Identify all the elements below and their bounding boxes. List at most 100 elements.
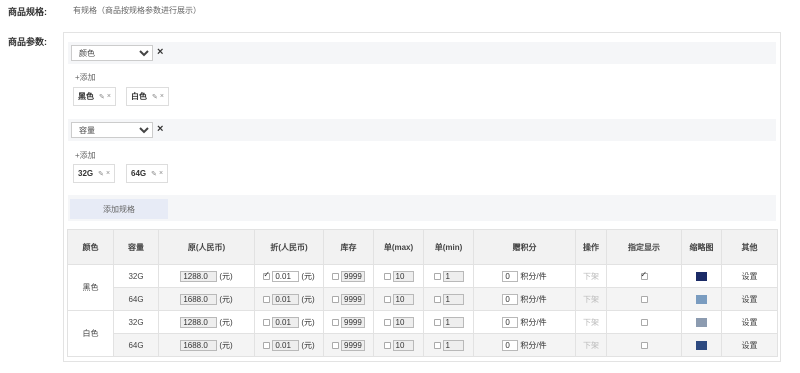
max-input[interactable]: 10 [392,339,414,351]
cell-display [606,310,682,334]
max-input[interactable]: 10 [392,316,414,328]
stock-input[interactable]: 9999 [341,339,365,351]
cell-max: 10 [373,310,424,334]
display-checkbox[interactable] [640,270,648,280]
cell-thumbnail [681,310,722,334]
discount-price-input[interactable]: 0.01 [272,339,300,351]
remove-tag-icon[interactable]: × [107,93,111,100]
stock-input[interactable]: 9999 [341,270,365,282]
cell-original-price: 1688.0 (元) [158,333,255,357]
add-spec-band [68,195,776,221]
points-input[interactable]: 0 [502,293,519,305]
thumbnail-image[interactable] [696,271,707,281]
cell-discount-price: 0.01(元) [254,264,324,288]
delist-link[interactable]: 下架 [583,295,599,304]
thumbnail-image[interactable] [696,340,707,350]
cell-original-price: 1288.0 (元) [158,310,255,334]
stock-input[interactable]: 9999 [341,316,365,328]
max-checkbox[interactable] [383,318,391,326]
cell-discount-price: 0.01(元) [254,310,324,334]
discount-checkbox[interactable] [263,295,271,303]
cell-thumbnail [681,264,722,288]
header-capacity: 容量 [113,229,159,265]
cell-other: 设置 [721,264,778,288]
discount-price-unit: (元) [301,340,315,350]
max-checkbox[interactable] [383,272,391,280]
min-input[interactable]: 1 [442,316,464,328]
spec-select-color[interactable]: 颜色 [71,45,153,61]
table-row: 黑色32G1288.0(元)0.01(元)99991010积分/件下架设置 [67,264,778,311]
remove-group-icon[interactable]: × [157,123,163,135]
original-price-input[interactable]: 1288.0 [180,270,218,282]
cell-stock: 9999 [323,287,374,311]
min-checkbox[interactable] [433,272,441,280]
stock-input[interactable]: 9999 [341,293,365,305]
display-checkbox[interactable] [640,318,648,326]
thumbnail-image[interactable] [696,317,707,327]
thumbnail-image[interactable] [696,294,707,304]
original-price-unit: (元) [219,340,233,350]
spec-label: 商品规格: [8,7,47,17]
min-checkbox[interactable] [433,341,441,349]
add-spec-button[interactable]: 添加规格 [70,199,168,219]
max-checkbox[interactable] [383,341,391,349]
remove-tag-icon[interactable]: × [159,170,163,177]
original-price-input[interactable]: 1688.0 [180,293,218,305]
min-checkbox[interactable] [433,318,441,326]
spec-select-capacity[interactable]: 容量 [71,122,153,138]
min-checkbox[interactable] [433,295,441,303]
discount-checkbox[interactable] [263,318,271,326]
settings-link[interactable]: 设置 [742,272,758,281]
discount-checkbox[interactable] [263,341,271,349]
max-checkbox[interactable] [383,295,391,303]
points-unit: 积分/件 [520,294,547,304]
pencil-icon[interactable]: ✎ [151,170,157,178]
remove-group-icon[interactable]: × [157,46,163,58]
points-input[interactable]: 0 [502,270,519,282]
delist-link[interactable]: 下架 [583,341,599,350]
add-value-link[interactable]: +添加 [75,72,96,83]
stock-checkbox[interactable] [332,272,339,280]
display-checkbox[interactable] [640,341,648,349]
cell-max: 10 [373,264,424,288]
spec-group-header-color [68,42,776,64]
stock-checkbox[interactable] [332,341,339,349]
cell-stock: 9999 [323,333,374,357]
min-input[interactable]: 1 [442,339,464,351]
delist-link[interactable]: 下架 [583,318,599,327]
pencil-icon[interactable]: ✎ [98,170,104,178]
remove-tag-icon[interactable]: × [160,93,164,100]
min-input[interactable]: 1 [442,270,464,282]
remove-tag-icon[interactable]: × [106,170,110,177]
display-checkbox[interactable] [640,295,648,303]
discount-price-input[interactable]: 0.01 [272,270,300,282]
cell-max: 10 [373,333,424,357]
stock-checkbox[interactable] [332,318,339,326]
cell-operation: 下架 [575,264,607,288]
discount-price-input[interactable]: 0.01 [272,293,300,305]
min-input[interactable]: 1 [442,293,464,305]
settings-link[interactable]: 设置 [742,295,758,304]
points-input[interactable]: 0 [502,339,519,351]
original-price-input[interactable]: 1288.0 [180,316,218,328]
cell-operation: 下架 [575,310,607,334]
pencil-icon[interactable]: ✎ [99,93,105,101]
discount-price-input[interactable]: 0.01 [272,316,300,328]
original-price-input[interactable]: 1688.0 [180,339,218,351]
spec-value: 有规格（商品按规格参数进行展示） [73,6,201,15]
discount-checkbox[interactable] [263,270,271,280]
points-unit: 积分/件 [520,271,547,281]
spec-tag-label: 黑色 [78,92,94,101]
discount-price-unit: (元) [301,317,315,327]
header-operation: 操作 [575,229,607,265]
stock-checkbox[interactable] [332,295,339,303]
settings-link[interactable]: 设置 [742,318,758,327]
delist-link[interactable]: 下架 [583,272,599,281]
points-unit: 积分/件 [520,317,547,327]
points-input[interactable]: 0 [502,316,519,328]
settings-link[interactable]: 设置 [742,341,758,350]
max-input[interactable]: 10 [392,293,414,305]
max-input[interactable]: 10 [392,270,414,282]
add-value-link[interactable]: +添加 [75,150,96,161]
pencil-icon[interactable]: ✎ [152,93,158,101]
